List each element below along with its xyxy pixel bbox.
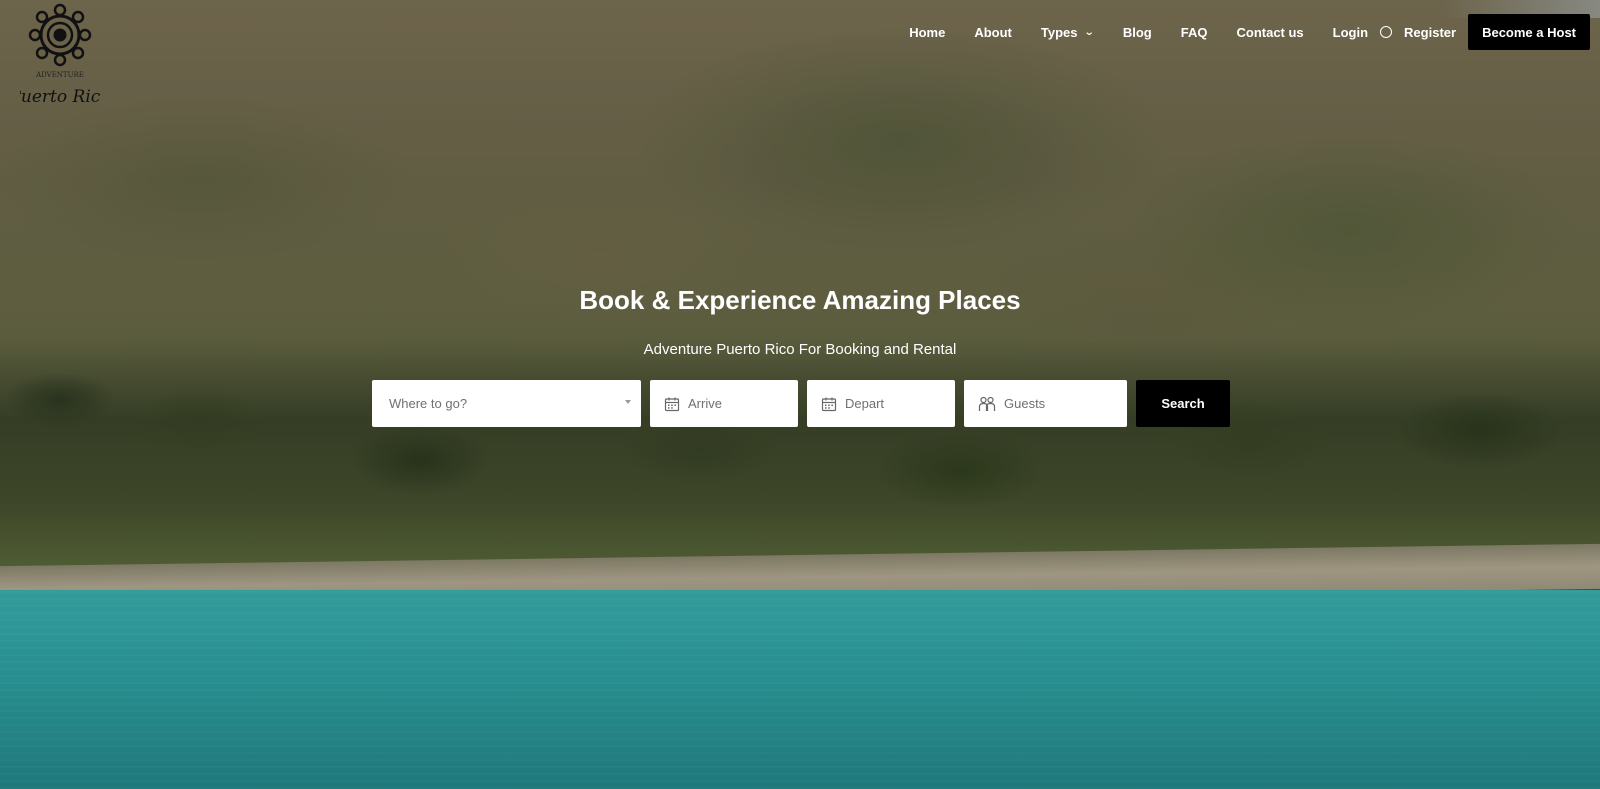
nav-types-label: Types <box>1040 24 1078 40</box>
hero-headline: Book & Experience Amazing Places <box>579 285 1021 315</box>
nav-contact[interactable]: Contact us <box>1236 25 1303 40</box>
hero-subheadline: Adventure Puerto Rico For Booking and Re… <box>643 341 957 358</box>
svg-text:Puerto Rico: Puerto Rico <box>20 87 100 107</box>
nav-about-label: About <box>974 24 1012 40</box>
destination-placeholder: Where to go? <box>389 396 468 411</box>
nav-home-label: Home <box>909 24 946 40</box>
guests-input[interactable]: Guests <box>964 380 1127 427</box>
sun-emblem-icon: ADVENTURE Puerto Rico <box>8 3 111 107</box>
people-icon <box>978 396 996 411</box>
arrive-date-input[interactable]: Arrive <box>650 380 798 427</box>
register-link[interactable]: Register <box>1404 25 1456 40</box>
nav-blog[interactable]: Blog <box>1123 25 1152 40</box>
caret-down-icon <box>625 400 631 404</box>
login-link[interactable]: Login <box>1333 25 1368 40</box>
chevron-down-icon: ⌄ <box>1084 26 1096 38</box>
nav-faq[interactable]: FAQ <box>1181 25 1208 40</box>
main-nav: Home About Types ⌄ Blog FAQ Contact us Lo… <box>909 14 1590 50</box>
svg-text:ADVENTURE: ADVENTURE <box>35 71 84 79</box>
calendar-icon <box>664 397 680 411</box>
nav-about[interactable]: About <box>974 25 1012 40</box>
nav-types[interactable]: Types ⌄ <box>1040 24 1096 40</box>
search-button[interactable]: Search <box>1136 380 1230 427</box>
nav-contact-label: Contact us <box>1236 24 1304 40</box>
nav-blog-label: Blog <box>1122 24 1152 40</box>
depart-date-input[interactable]: Depart <box>807 380 955 427</box>
auth-links: Login Register <box>1333 25 1456 40</box>
site-logo[interactable]: ADVENTURE Puerto Rico <box>8 2 111 114</box>
guests-placeholder: Guests <box>1004 396 1046 411</box>
nav-faq-label: FAQ <box>1180 24 1208 40</box>
calendar-icon <box>821 397 837 411</box>
become-host-button[interactable]: Become a Host <box>1468 14 1590 50</box>
user-circle-icon <box>1380 26 1393 38</box>
depart-placeholder: Depart <box>845 396 885 411</box>
search-bar: Where to go? Arrive Depart Guests Search <box>372 380 1230 427</box>
nav-home[interactable]: Home <box>909 25 945 40</box>
destination-select[interactable]: Where to go? <box>372 380 641 427</box>
arrive-placeholder: Arrive <box>688 396 722 411</box>
